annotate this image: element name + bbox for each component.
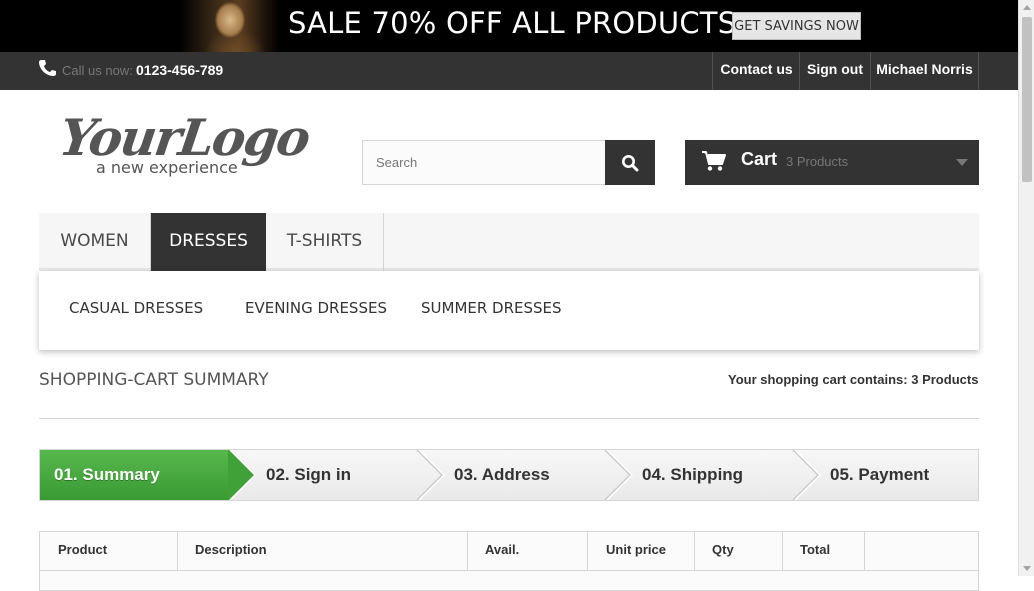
cart-contains-label: Your shopping cart contains: [728, 372, 908, 387]
banner-headline: SALE 70% OFF ALL PRODUCTS [288, 6, 737, 40]
step-payment[interactable]: 05. Payment [830, 450, 978, 500]
column-header-availability: Avail. [467, 532, 588, 570]
cart-table: Product Description Avail. Unit price Qt… [39, 531, 979, 591]
dresses-submenu: CASUAL DRESSES EVENING DRESSES SUMMER DR… [39, 271, 979, 350]
page-title: SHOPPING-CART SUMMARY [39, 370, 269, 390]
cart-dropdown[interactable]: Cart 3 Products [685, 140, 979, 185]
cart-contains-count: 3 Products [911, 372, 979, 387]
step-arrow-icon [416, 450, 446, 500]
phone-number: 0123-456-789 [136, 62, 224, 78]
column-header-description: Description [177, 532, 468, 570]
sign-out-link[interactable]: Sign out [799, 52, 870, 90]
contact-us-link[interactable]: Contact us [712, 52, 800, 90]
search-button[interactable] [605, 140, 655, 185]
column-header-qty: Qty [694, 532, 783, 570]
top-bar: Call us now: 0123-456-789 Contact us Sig… [0, 52, 1018, 90]
step-address[interactable]: 03. Address [454, 450, 614, 500]
menu-item-dresses[interactable]: DRESSES [151, 213, 266, 271]
step-arrow-icon [792, 450, 822, 500]
cart-label: Cart [741, 149, 778, 169]
submenu-summer-dresses[interactable]: SUMMER DRESSES [421, 299, 562, 317]
step-arrow-icon [228, 450, 257, 500]
column-header-actions [864, 532, 978, 570]
logo-tagline: a new experience [96, 158, 238, 177]
submenu-casual-dresses[interactable]: CASUAL DRESSES [69, 299, 203, 317]
step-summary[interactable]: 01. Summary [40, 450, 230, 500]
phone-icon [39, 60, 56, 76]
table-header-divider [40, 570, 978, 571]
submenu-evening-dresses[interactable]: EVENING DRESSES [245, 299, 387, 317]
cart-count: 3 Products [786, 154, 849, 169]
chevron-down-icon [956, 159, 968, 166]
user-account-link[interactable]: Michael Norris [870, 52, 979, 90]
column-header-unit-price: Unit price [588, 532, 695, 570]
divider [39, 418, 979, 419]
scroll-up-arrow-icon[interactable] [1023, 5, 1031, 10]
checkout-steps: 01. Summary 02. Sign in 03. Address 04. … [39, 449, 979, 501]
menu-item-tshirts[interactable]: T-SHIRTS [266, 213, 384, 271]
cart-contains-text: Your shopping cart contains: 3 Products [728, 372, 978, 387]
phone-label: Call us now: [62, 63, 133, 78]
column-header-total: Total [782, 532, 865, 570]
scrollbar-thumb[interactable] [1022, 17, 1032, 182]
search-input[interactable] [362, 140, 606, 185]
step-arrow-icon [604, 450, 634, 500]
main-menu: WOMEN DRESSES T-SHIRTS [39, 213, 979, 271]
step-sign-in[interactable]: 02. Sign in [266, 450, 426, 500]
banner-model-image [180, 0, 280, 52]
column-header-product: Product [40, 532, 178, 570]
page-scrollbar[interactable] [1018, 0, 1034, 576]
site-logo[interactable]: YourLogo a new experience [56, 108, 313, 182]
menu-item-women[interactable]: WOMEN [39, 213, 151, 271]
promo-banner[interactable]: SALE 70% OFF ALL PRODUCTS GET SAVINGS NO… [0, 0, 1018, 52]
step-shipping[interactable]: 04. Shipping [642, 450, 802, 500]
shopping-cart-icon [702, 151, 726, 171]
scroll-down-arrow-icon[interactable] [1023, 566, 1031, 571]
search-icon [622, 155, 639, 172]
get-savings-button[interactable]: GET SAVINGS NOW [732, 12, 861, 40]
